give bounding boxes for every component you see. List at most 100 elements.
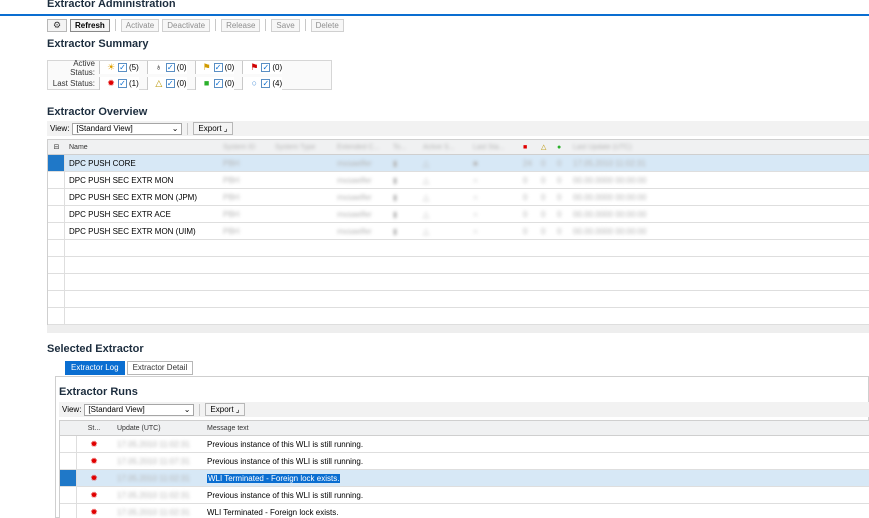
to-cell: ▮ xyxy=(393,226,398,236)
checkbox-icon[interactable]: ✓ xyxy=(213,79,223,88)
table-row[interactable]: ✹ 17.05.2010 11:02:31 WLI Terminated - For… xyxy=(60,504,869,518)
active-running-filter[interactable]: ☀ ✓ (5) xyxy=(99,61,139,74)
table-row[interactable]: ✹ 17.05.2010 11:02:31 Previous instance of… xyxy=(60,436,869,453)
table-row[interactable]: DPC PUSH SEC EXTR ACE PBH mxsaelfer ▮ △ ○ 0 0 0 0… xyxy=(48,206,869,223)
warning-count-cell: 0 xyxy=(541,209,546,219)
col-name[interactable]: Name xyxy=(65,144,223,151)
table-row[interactable]: ✹ 17.05.2010 11:02:31 Previous instance of… xyxy=(60,487,869,504)
row-selector[interactable] xyxy=(60,470,77,486)
table-row[interactable]: DPC PUSH SEC EXTR MON PBH mxsaelfer ▮ △ ○ 0 0 0 0… xyxy=(48,172,869,189)
table-row[interactable] xyxy=(48,274,869,291)
row-selector[interactable] xyxy=(48,172,65,188)
row-selector[interactable] xyxy=(48,240,65,256)
tab-extractor-log[interactable]: Extractor Log xyxy=(65,361,125,375)
last-status-cell: ■ xyxy=(473,158,478,168)
checkbox-icon[interactable]: ✓ xyxy=(261,63,271,72)
error-icon: ✹ xyxy=(90,438,98,449)
active-scheduled-filter[interactable]: ⚑ ✓ (0) xyxy=(194,61,235,74)
row-selector[interactable] xyxy=(48,291,65,307)
table-row[interactable]: DPC PUSH SEC EXTR MON (JPM) PBH mxsaelfer ▮… xyxy=(48,189,869,206)
select-all-icon[interactable]: ⊟ xyxy=(48,143,65,151)
last-error-filter[interactable]: ✹ ✓ (1) xyxy=(99,77,139,90)
last-warning-filter[interactable]: △ ✓ (0) xyxy=(146,77,187,90)
table-row[interactable]: DPC PUSH CORE PBH mxsaelfer ▮ △ ■ 24 0 0 17.05.20… xyxy=(48,155,869,172)
table-row[interactable] xyxy=(48,291,869,308)
update-time-cell: 17.05.2010 11:02:31 xyxy=(117,507,190,517)
checkbox-icon[interactable]: ✓ xyxy=(118,79,127,88)
col-system-type[interactable]: System Type xyxy=(275,144,337,151)
activate-button[interactable]: Activate xyxy=(120,18,160,32)
extended-cell: mxsaelfer xyxy=(337,226,372,236)
export-button[interactable]: Export ⌟ xyxy=(193,122,233,135)
last-update-cell: 00.00.0000 00:00:00 xyxy=(573,175,647,185)
count: (0) xyxy=(224,79,235,88)
running-icon: ☀ xyxy=(106,62,116,72)
col-to[interactable]: To... xyxy=(393,144,423,151)
toolbar-separator xyxy=(199,403,201,416)
table-row[interactable]: ✹ 17.05.2010 11:07:31 Previous instance of… xyxy=(60,453,869,470)
tab-extractor-detail[interactable]: Extractor Detail xyxy=(126,361,194,375)
delete-button[interactable]: Delete xyxy=(310,18,344,32)
table-row[interactable] xyxy=(48,240,869,257)
col-extended[interactable]: Extended C... xyxy=(337,144,393,151)
row-selector[interactable] xyxy=(60,487,77,503)
row-selector[interactable] xyxy=(48,308,65,324)
checkbox-icon[interactable]: ✓ xyxy=(118,63,127,72)
to-cell: ▮ xyxy=(393,209,398,219)
last-success-filter[interactable]: ■ ✓ (0) xyxy=(194,77,235,90)
row-selector[interactable] xyxy=(48,155,65,171)
col-status[interactable]: St... xyxy=(77,425,111,432)
release-button[interactable]: Release xyxy=(221,18,261,32)
system-id-cell: PBH xyxy=(223,158,240,168)
table-row[interactable]: DPC PUSH SEC EXTR MON (UIM) PBH mxsaelfer ▮… xyxy=(48,223,869,240)
table-row[interactable]: ✹ 17.05.2010 11:02:31 WLI Terminated - For… xyxy=(60,470,869,487)
detail-tabs: Extractor Log Extractor Detail xyxy=(65,361,194,376)
row-selector[interactable] xyxy=(60,504,77,518)
checkbox-icon[interactable]: ✓ xyxy=(165,63,175,72)
row-selector[interactable] xyxy=(60,453,77,469)
save-button[interactable]: Save xyxy=(271,18,300,32)
row-selector[interactable] xyxy=(48,206,65,222)
error-count-cell: 24 xyxy=(523,158,532,168)
col-system-id[interactable]: System ID xyxy=(223,144,275,151)
row-selector[interactable] xyxy=(48,189,65,205)
checkbox-icon[interactable]: ✓ xyxy=(213,63,223,72)
checkbox-icon[interactable]: ✓ xyxy=(261,79,271,88)
message-text: Previous instance of this WLI is still r… xyxy=(207,490,364,500)
export-button[interactable]: Export ⌟ xyxy=(205,403,245,416)
success-count-cell: 0 xyxy=(557,158,562,168)
warning-icon[interactable]: △ xyxy=(541,143,557,151)
view-select[interactable]: [Standard View] ⌄ xyxy=(84,403,195,416)
row-selector[interactable] xyxy=(48,223,65,239)
col-active-status[interactable]: Active S... xyxy=(423,144,473,151)
toolbar-separator xyxy=(265,19,267,31)
active-flag-filter[interactable]: ⚑ ✓ (0) xyxy=(242,61,283,74)
checkbox-icon[interactable]: ✓ xyxy=(165,79,175,88)
horizontal-scrollbar[interactable] xyxy=(47,325,869,333)
deactivate-button[interactable]: Deactivate xyxy=(162,18,211,32)
col-last-status[interactable]: Last Sta... xyxy=(473,144,523,151)
overview-grid-toolbar: View: [Standard View] ⌄ Export ⌟ xyxy=(47,121,869,136)
refresh-button[interactable]: Refresh xyxy=(70,18,110,32)
table-row[interactable] xyxy=(48,308,869,325)
error-icon[interactable]: ■ xyxy=(523,144,541,151)
col-last-update[interactable]: Last Update (UTC) xyxy=(573,144,693,151)
runs-table-header: St... Update (UTC) Message text xyxy=(60,421,869,436)
row-selector[interactable] xyxy=(48,257,65,273)
name-cell: DPC PUSH SEC EXTR MON (UIM) xyxy=(69,226,196,236)
settings-icon[interactable]: ⚙ xyxy=(47,18,67,32)
last-none-filter[interactable]: ○ ✓ (4) xyxy=(242,77,283,90)
system-id-cell: PBH xyxy=(223,175,240,185)
active-waiting-filter[interactable]: ♁ ✓ (0) xyxy=(146,61,187,74)
view-select[interactable]: [Standard View] ⌄ xyxy=(72,122,183,135)
row-selector[interactable] xyxy=(48,274,65,290)
row-selector[interactable] xyxy=(60,436,77,452)
red-flag-icon: ⚑ xyxy=(250,62,259,72)
toolbar-separator xyxy=(114,19,116,31)
col-update[interactable]: Update (UTC) xyxy=(111,425,207,432)
success-icon[interactable]: ● xyxy=(557,144,573,151)
update-time-cell: 17.05.2010 11:02:31 xyxy=(117,439,190,449)
col-message[interactable]: Message text xyxy=(207,425,507,432)
table-row[interactable] xyxy=(48,257,869,274)
overview-table: ⊟ Name System ID System Type Extended C.… xyxy=(47,139,869,325)
